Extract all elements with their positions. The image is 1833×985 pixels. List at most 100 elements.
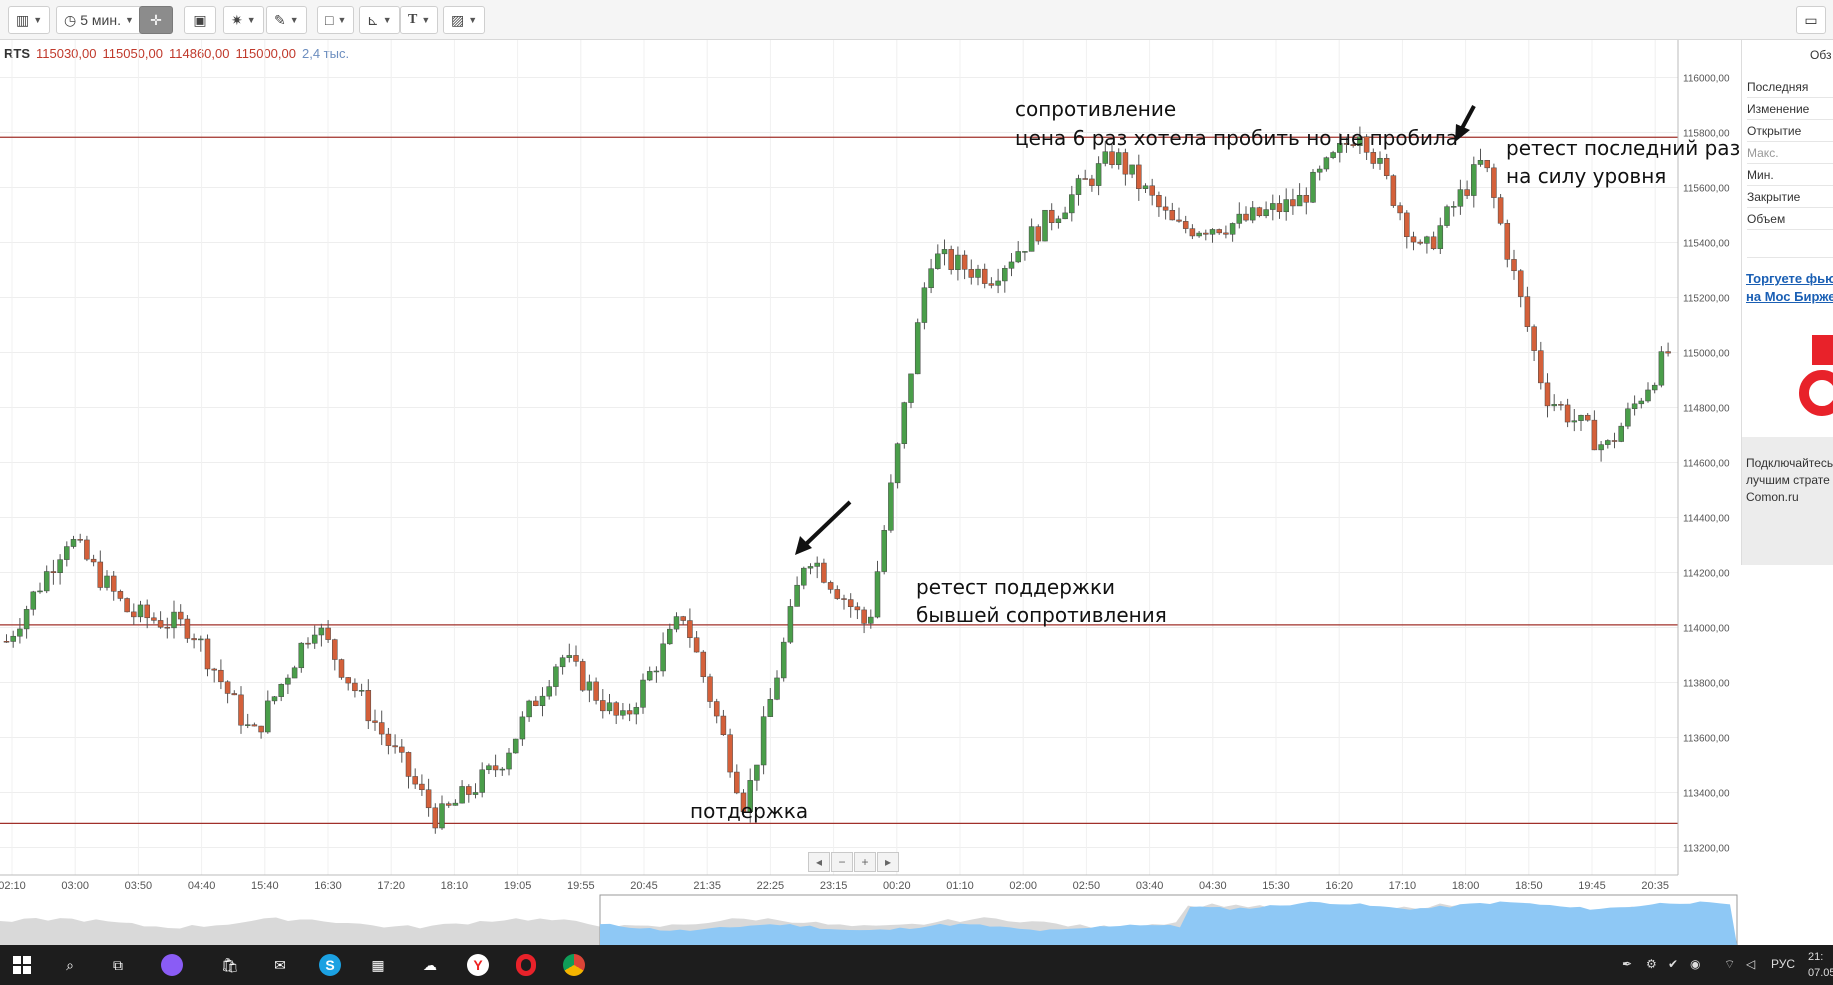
candle-body (1564, 404, 1571, 423)
candle-body (1457, 189, 1464, 207)
chevron-down-icon: ▼ (468, 15, 478, 25)
candle-body (1162, 206, 1169, 211)
candle-body (888, 482, 894, 531)
volume-tray-icon[interactable]: ◁ (1746, 957, 1755, 971)
windows-start-icon[interactable] (10, 953, 34, 977)
price-tick-label: 113200,00 (1683, 844, 1730, 855)
studies-button[interactable]: ✷ ▼ (223, 6, 264, 34)
time-tick-label: 20:35 (1641, 880, 1669, 892)
candle-body (204, 638, 211, 670)
side-panel-title: Обз (1810, 48, 1832, 62)
zoom-out-button[interactable]: − (831, 852, 853, 872)
chrome-icon[interactable] (562, 953, 586, 977)
candle-body (1598, 444, 1604, 451)
candle-body (1216, 229, 1222, 234)
candle-body (821, 562, 827, 583)
price-tick-label: 114600,00 (1683, 459, 1730, 470)
candle-body (901, 402, 908, 444)
price-tick-label: 115600,00 (1683, 184, 1730, 195)
pencil-icon: ✎ (274, 11, 286, 28)
app-tray-icon[interactable]: ◉ (1690, 957, 1700, 971)
candle-body (278, 683, 284, 697)
candle-body (1477, 160, 1484, 165)
candle-body (660, 643, 666, 672)
fullscreen-button[interactable]: ▭ (1796, 6, 1826, 34)
skype-icon[interactable]: S (318, 953, 342, 977)
candle-body (157, 620, 164, 628)
candle-body (653, 670, 660, 673)
candle-body (1464, 189, 1470, 196)
shape-tool-button[interactable]: □ ▼ (317, 6, 355, 34)
wifi-tray-icon[interactable]: ⌔ (1724, 957, 1735, 972)
ad-logo[interactable] (1792, 335, 1833, 445)
scroll-left-button[interactable]: ◂ (808, 852, 830, 872)
candle-body (667, 628, 673, 645)
row-volume: Объем (1747, 208, 1833, 230)
image-tool-button[interactable]: ▨ ▼ (443, 6, 486, 34)
candle-body (579, 661, 586, 691)
chart-type-button[interactable]: ▥ ▼ (8, 6, 51, 34)
candle-body (1149, 185, 1155, 196)
check-tray-icon[interactable]: ✔ (1668, 957, 1678, 971)
mail-icon[interactable]: ✉ (268, 953, 292, 977)
candle-body (1129, 164, 1135, 175)
annotation-support: потдержка (690, 799, 809, 823)
candle-body (3, 641, 10, 643)
candle-body (1323, 157, 1330, 170)
candle-body (1095, 163, 1102, 186)
opera-icon[interactable] (514, 953, 538, 977)
network-tray-icon[interactable]: ⚙ (1646, 957, 1657, 971)
candle-body (1310, 171, 1316, 203)
alice-assistant-icon[interactable] (160, 953, 184, 977)
indicators-button[interactable]: ▣ (184, 6, 216, 34)
scroll-right-button[interactable]: ▸ (877, 852, 899, 872)
search-icon[interactable]: ⌕ (58, 953, 82, 977)
candle-body (787, 606, 794, 643)
task-view-icon[interactable]: ⧉ (106, 953, 130, 977)
futures-link[interactable]: Торгуете фью на Мос Бирже (1746, 270, 1833, 306)
price-chart[interactable]: 115782,74114009,52113287,64115000,00 116… (0, 40, 1741, 945)
candle-body (432, 807, 439, 829)
zoom-in-button[interactable]: + (854, 852, 876, 872)
candle-body (90, 558, 97, 563)
candle-body (151, 617, 157, 621)
time-tick-label: 20:45 (630, 880, 658, 892)
time-tick-label: 18:00 (1452, 880, 1480, 892)
app-icon[interactable]: ☁ (418, 953, 442, 977)
candle-body (352, 682, 358, 692)
line-tool-button[interactable]: ✎ ▼ (266, 6, 307, 34)
pen-tray-icon[interactable]: ✒ (1622, 957, 1632, 971)
candle-body (298, 642, 305, 669)
candle-body (439, 803, 445, 829)
candle-body (519, 716, 526, 740)
clock-date: 07.05 (1808, 967, 1833, 979)
promo-block[interactable]: Подключайтесь лучшим страте Comon.ru (1742, 437, 1833, 565)
fib-tool-button[interactable]: ⊾ ▼ (359, 6, 400, 34)
candle-body (1028, 226, 1035, 252)
yandex-browser-icon[interactable]: Y (466, 953, 490, 977)
taskbar-clock[interactable]: 21: 07.05 (1808, 949, 1833, 981)
candle-body (921, 287, 928, 323)
fibonacci-icon: ⊾ (367, 11, 379, 28)
candle-body (633, 707, 640, 715)
candle-body (620, 710, 626, 716)
timeframe-dropdown[interactable]: ◷ 5 мин. ▼ (56, 6, 142, 34)
candle-body (1196, 232, 1202, 237)
crosshair-button[interactable]: ✛ (139, 6, 173, 34)
language-indicator[interactable]: РУС (1771, 957, 1795, 971)
calculator-icon[interactable]: ▦ (366, 953, 390, 977)
candle-body (1142, 185, 1149, 189)
zoom-controls: ◂ − + ▸ (808, 852, 900, 872)
time-tick-label: 01:10 (946, 880, 974, 892)
candle-body (1249, 207, 1256, 221)
time-tick-label: 15:30 (1262, 880, 1290, 892)
candle-body (1645, 389, 1651, 402)
monitor-icon: ▭ (1804, 12, 1818, 28)
candle-body (1524, 296, 1531, 327)
candle-body (975, 268, 981, 278)
store-icon[interactable]: 🛍 (218, 953, 242, 977)
candle-body (981, 268, 988, 284)
candle-body (1665, 351, 1671, 354)
chevron-down-icon: ▼ (337, 15, 347, 25)
text-tool-button[interactable]: T ▼ (400, 6, 439, 34)
